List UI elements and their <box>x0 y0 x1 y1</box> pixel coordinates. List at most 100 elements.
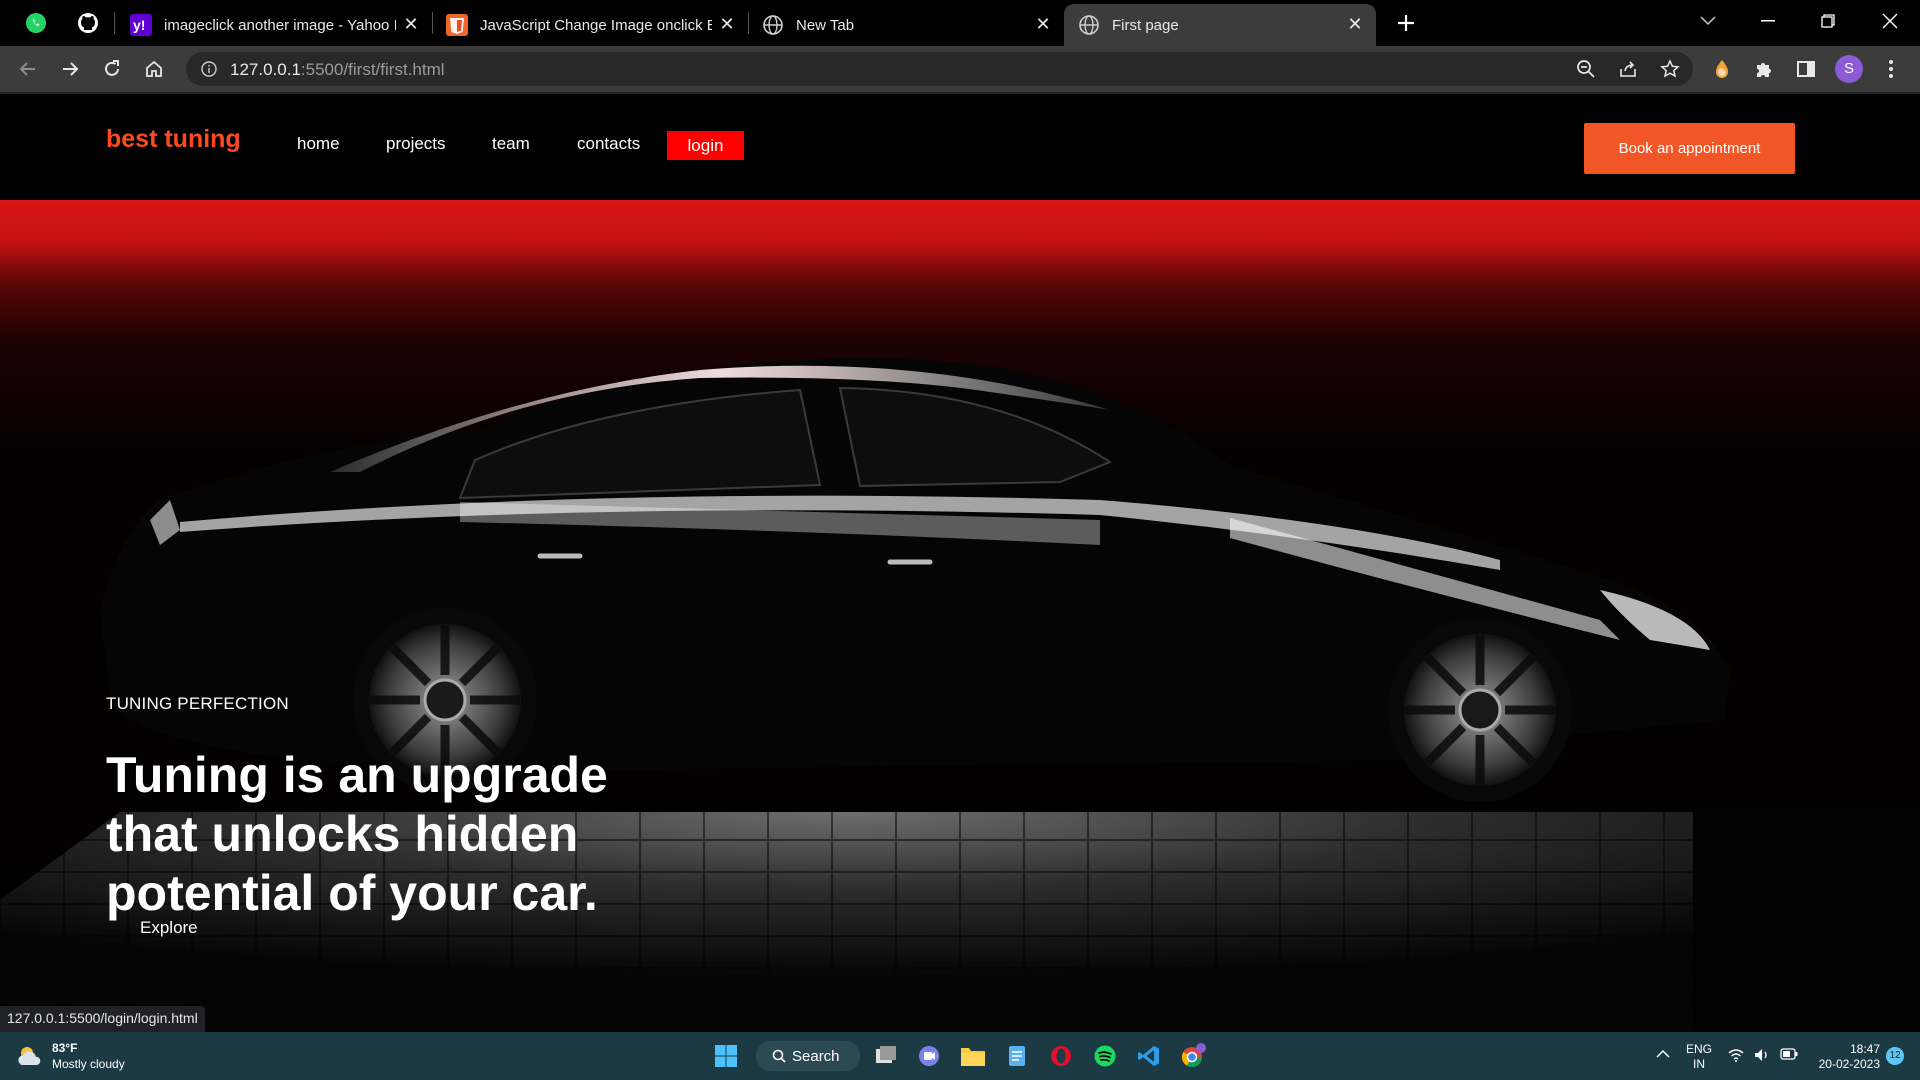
globe-icon <box>1078 14 1100 36</box>
reload-icon <box>105 60 119 76</box>
github-icon <box>78 13 98 33</box>
tab-javascript-change-image[interactable]: JavaScript Change Image onclick Eve ✕ <box>432 4 748 46</box>
taskbar-opera[interactable] <box>1045 1040 1077 1072</box>
profile-button[interactable]: S <box>1833 53 1865 85</box>
close-window-button[interactable] <box>1868 6 1912 36</box>
extensions-button[interactable] <box>1748 53 1780 85</box>
taskbar-search-label: Search <box>792 1047 840 1065</box>
close-tab-icon[interactable]: ✕ <box>716 13 738 35</box>
taskbar-teams[interactable] <box>913 1040 945 1072</box>
close-tab-icon[interactable]: ✕ <box>400 13 422 35</box>
restore-icon <box>1821 14 1835 28</box>
tab-yahoo[interactable]: y! imageclick another image - Yahoo Im ✕ <box>116 4 432 46</box>
vscode-icon <box>1138 1046 1159 1066</box>
login-button[interactable]: login <box>667 131 744 160</box>
tab-title: imageclick another image - Yahoo Im <box>164 16 396 34</box>
weather-temperature: 83°F <box>52 1041 78 1055</box>
address-bar[interactable]: 127.0.0.1:5500/first/first.html <box>186 52 1693 86</box>
site-icon <box>446 14 468 36</box>
notepad-icon <box>1009 1046 1025 1066</box>
tab-new-tab[interactable]: New Tab ✕ <box>748 4 1064 46</box>
hero-kicker: TUNING PERFECTION <box>106 694 289 713</box>
tab-title: First page <box>1112 16 1179 34</box>
profile-initial: S <box>1843 60 1854 77</box>
search-icon <box>772 1049 786 1063</box>
nav-link-home[interactable]: home <box>297 134 340 154</box>
chevron-up-icon <box>1656 1049 1670 1058</box>
taskbar-vscode[interactable] <box>1133 1040 1165 1072</box>
taskbar-spotify[interactable] <box>1089 1040 1121 1072</box>
link-status-bubble: 127.0.0.1:5500/login/login.html <box>0 1006 205 1032</box>
plus-icon <box>1398 15 1414 31</box>
hero-section: TUNING PERFECTION Tuning is an upgrade t… <box>0 200 1920 1032</box>
site-logo[interactable]: best tuning <box>106 125 241 154</box>
browser-menu-button[interactable] <box>1875 53 1907 85</box>
bookmark-star-icon[interactable] <box>1660 59 1680 79</box>
explore-link[interactable]: Explore <box>140 918 198 938</box>
language-indicator[interactable]: ENG IN <box>1686 1042 1712 1072</box>
kebab-menu-icon <box>1889 60 1893 78</box>
book-appointment-button[interactable]: Book an appointment <box>1584 123 1795 174</box>
folder-icon <box>961 1048 985 1066</box>
reload-button[interactable] <box>96 53 128 85</box>
zoom-icon[interactable] <box>1576 59 1596 79</box>
weather-widget[interactable]: 83°F Mostly cloudy <box>16 1040 125 1072</box>
share-icon[interactable] <box>1618 59 1638 79</box>
close-tab-icon[interactable]: ✕ <box>1344 13 1366 35</box>
wifi-icon <box>1728 1049 1744 1062</box>
url-path: :5500/first/first.html <box>300 60 445 79</box>
windows-logo-icon <box>715 1045 737 1067</box>
back-button[interactable] <box>12 53 44 85</box>
taskbar-task-view[interactable] <box>870 1040 902 1072</box>
pinned-tab-whatsapp[interactable] <box>18 8 54 38</box>
nav-link-projects[interactable]: projects <box>386 134 446 154</box>
puzzle-icon <box>1757 63 1771 77</box>
battery-icon <box>1780 1048 1798 1060</box>
clock-date: 20-02-2023 <box>1818 1057 1880 1071</box>
extension-button[interactable] <box>1706 53 1738 85</box>
web-page: best tuning home projects team contacts … <box>0 94 1920 1032</box>
forward-button[interactable] <box>54 53 86 85</box>
nav-link-team[interactable]: team <box>492 134 530 154</box>
task-view-icon <box>876 1046 896 1063</box>
tray-overflow-button[interactable] <box>1656 1048 1670 1063</box>
url-host: 127.0.0.1 <box>230 60 301 79</box>
whatsapp-icon <box>26 13 46 33</box>
windows-taskbar: 83°F Mostly cloudy Search ENG IN 18:47 2… <box>0 1032 1920 1080</box>
notification-count: 12 <box>1889 1050 1901 1061</box>
close-tab-icon[interactable]: ✕ <box>1032 13 1054 35</box>
restore-button[interactable] <box>1806 6 1850 36</box>
taskbar-search[interactable]: Search <box>756 1041 860 1071</box>
yahoo-icon: y! <box>130 14 152 36</box>
tab-separator <box>114 12 115 34</box>
site-navbar: best tuning home projects team contacts … <box>0 94 1920 200</box>
taskbar-chrome[interactable] <box>1177 1040 1209 1072</box>
back-arrow-icon <box>19 62 35 76</box>
side-panel-button[interactable] <box>1790 53 1822 85</box>
home-button[interactable] <box>138 53 170 85</box>
clock[interactable]: 18:47 20-02-2023 <box>1810 1042 1880 1072</box>
pinned-tab-github[interactable] <box>70 8 106 38</box>
clock-time: 18:47 <box>1849 1042 1880 1056</box>
browser-toolbar: 127.0.0.1:5500/first/first.html S <box>0 46 1920 92</box>
start-button[interactable] <box>710 1040 742 1072</box>
side-panel-icon <box>1797 61 1815 77</box>
notification-badge[interactable]: 12 <box>1886 1047 1904 1065</box>
new-tab-button[interactable] <box>1388 8 1424 38</box>
region-code: IN <box>1693 1057 1705 1071</box>
system-status-icons[interactable] <box>1728 1048 1798 1062</box>
minimize-button[interactable] <box>1746 6 1790 36</box>
weather-description: Mostly cloudy <box>52 1057 125 1071</box>
minimize-icon <box>1761 20 1775 22</box>
info-icon[interactable] <box>201 61 217 77</box>
forward-arrow-icon <box>63 62 79 76</box>
browser-tab-strip: y! imageclick another image - Yahoo Im ✕… <box>0 0 1920 46</box>
taskbar-notepad[interactable] <box>1001 1040 1033 1072</box>
tab-search-button[interactable] <box>1686 6 1730 36</box>
nav-link-contacts[interactable]: contacts <box>577 134 640 154</box>
hero-headline: Tuning is an upgrade that unlocks hidden… <box>106 747 608 921</box>
taskbar-file-explorer[interactable] <box>957 1040 989 1072</box>
tab-first-page[interactable]: First page ✕ <box>1064 4 1376 46</box>
chevron-down-icon <box>1700 16 1716 26</box>
extension-drop-icon <box>1716 60 1728 78</box>
